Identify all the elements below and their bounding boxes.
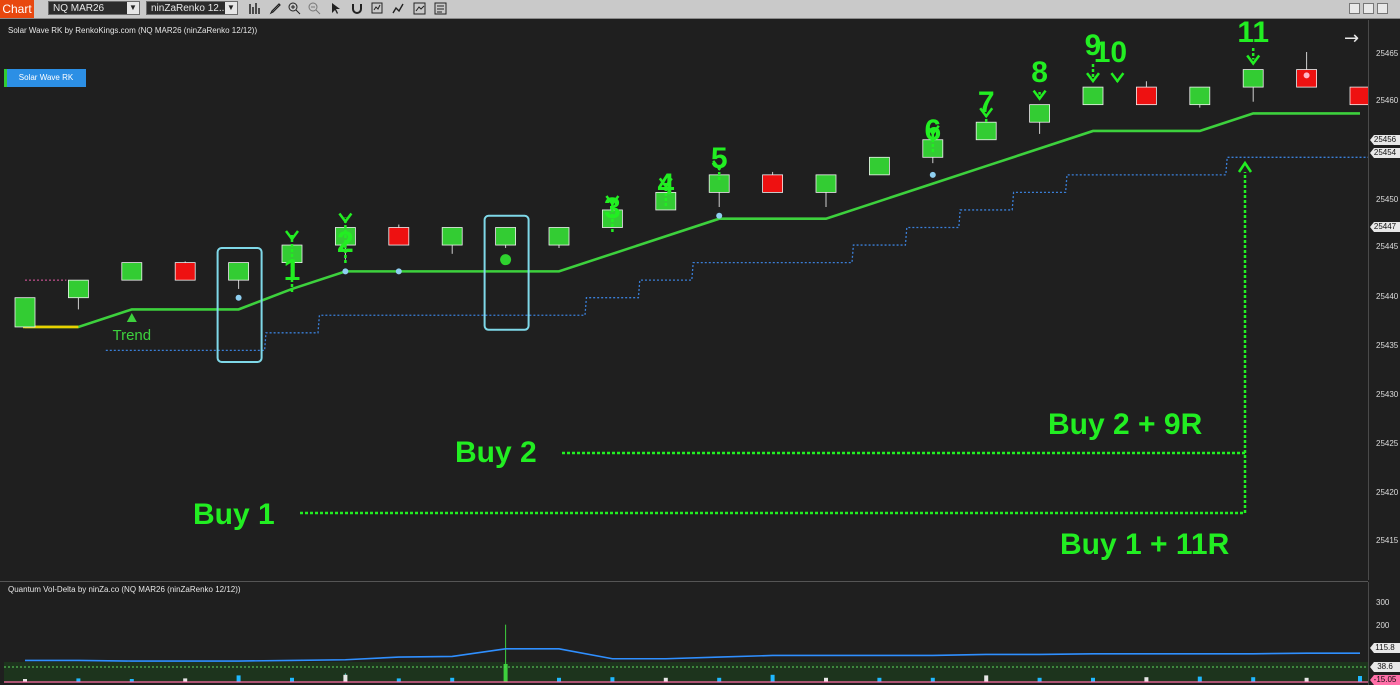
- delta-bar: [1144, 677, 1149, 682]
- buy1-result-label: Buy 1 + 11R: [1060, 528, 1230, 561]
- delta-bar: [1037, 677, 1042, 682]
- delta-bar: [236, 675, 241, 682]
- delta-bar: [610, 677, 615, 682]
- candle-body: [121, 262, 143, 281]
- trend-line: [25, 112, 1360, 329]
- result-arrow-head: [1237, 160, 1253, 173]
- price-tick-label: 25465: [1376, 49, 1399, 58]
- scroll-right-icon: →: [1344, 28, 1359, 49]
- price-marker-tag: 25456: [1370, 135, 1400, 145]
- price-tick-label: 25425: [1376, 439, 1399, 448]
- delta-bar: [663, 677, 668, 682]
- buy-signal-dot: [500, 254, 512, 266]
- close-button[interactable]: [1377, 3, 1388, 14]
- buy1-label: Buy 1: [193, 498, 275, 531]
- delta-bar: [290, 677, 294, 682]
- subpanel-marker-tag: 38.6: [1370, 662, 1400, 672]
- candle-body: [869, 156, 890, 176]
- price-tick-label: 25420: [1376, 488, 1399, 497]
- subpanel-marker-tag: 115.8: [1370, 643, 1400, 653]
- candle-body: [1242, 69, 1264, 88]
- delta-bar: [824, 677, 828, 682]
- candle-body: [495, 227, 517, 246]
- price-tick-label: 25435: [1376, 341, 1399, 350]
- candle-body: [174, 262, 196, 281]
- signal-dot: [395, 268, 402, 275]
- delta-bar: [930, 677, 935, 682]
- signal-dot: [929, 171, 936, 178]
- buy2-label: Buy 2: [455, 436, 537, 469]
- chart-canvas: Trend1234567891011Buy 1Buy 2Buy 2 + 9RBu…: [4, 16, 1368, 683]
- annotation-number-10: 10: [1094, 36, 1127, 69]
- delta-bar: [1358, 676, 1362, 682]
- delta-bar: [877, 677, 882, 682]
- price-tick-label: 25460: [1376, 96, 1399, 105]
- signal-dot: [716, 212, 723, 219]
- price-marker-tag: 25447: [1370, 222, 1400, 232]
- candle-body: [762, 174, 783, 193]
- delta-bar: [557, 677, 561, 682]
- candle-body: [975, 121, 997, 141]
- delta-bar: [770, 674, 775, 682]
- subpanel-tick-label: 200: [1376, 621, 1390, 630]
- delta-bar: [984, 675, 989, 682]
- signal-dot: [342, 268, 349, 275]
- buy2-result-label: Buy 2 + 9R: [1048, 408, 1203, 441]
- candle-body: [14, 297, 36, 328]
- price-marker-tag: 25454: [1370, 148, 1400, 158]
- candle-body: [1029, 104, 1050, 123]
- volume-average-line: [25, 648, 1360, 662]
- annotation-number-11: 11: [1237, 16, 1269, 49]
- candle-body: [388, 227, 410, 246]
- candle-body: [1349, 86, 1368, 106]
- price-tick-label: 25430: [1376, 390, 1399, 399]
- delta-bar: [1251, 677, 1256, 682]
- price-tick-label: 25415: [1376, 536, 1399, 545]
- price-tick-label: 25445: [1376, 242, 1399, 251]
- delta-bar: [450, 677, 455, 682]
- trend-up-icon: [126, 312, 137, 322]
- price-tick-label: 25440: [1376, 292, 1399, 301]
- delta-bar: [343, 674, 348, 682]
- signal-dot: [1303, 72, 1310, 79]
- candle-body: [228, 262, 250, 281]
- trend-label: Trend: [112, 327, 151, 344]
- delta-area: [4, 662, 1368, 682]
- subpanel-marker-tag: -15.05: [1370, 675, 1400, 685]
- candle-body: [441, 227, 463, 246]
- delta-bar: [1197, 676, 1202, 682]
- candle-body: [1082, 86, 1104, 106]
- delta-bar: [1091, 677, 1095, 682]
- signal-dot: [235, 294, 242, 301]
- annotation-number-8: 8: [1031, 56, 1048, 89]
- candle-body: [68, 279, 89, 299]
- delta-bar: [717, 677, 722, 682]
- candle-body: [548, 227, 570, 246]
- delta-bar: [1304, 677, 1309, 682]
- candle-body: [815, 174, 837, 193]
- candle-body: [1189, 86, 1211, 106]
- candle-body: [1136, 86, 1157, 106]
- price-tick-label: 25450: [1376, 195, 1399, 204]
- subpanel-tick-label: 300: [1376, 598, 1390, 607]
